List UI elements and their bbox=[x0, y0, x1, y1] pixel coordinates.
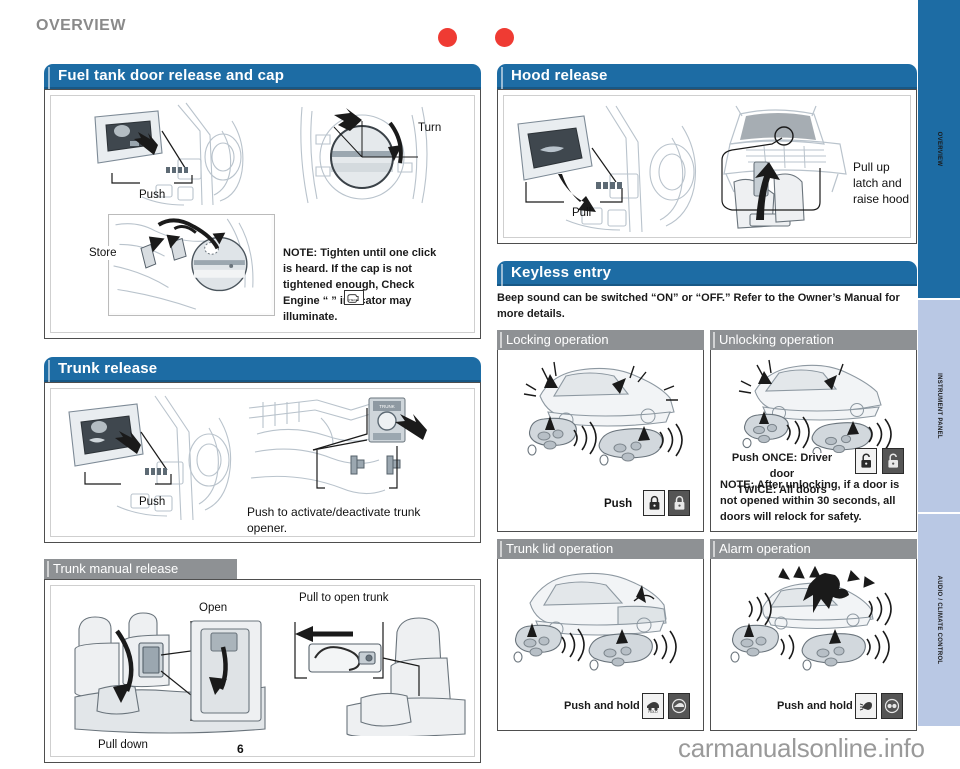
caption-unlocking-line1: Push ONCE: Driver door bbox=[731, 451, 833, 480]
keyless-cell-locking: Locking operation Push bbox=[497, 329, 704, 532]
index-tab-instrument-panel-label: INSTRUMENT PANEL bbox=[936, 373, 942, 439]
caption-hood-latch: Pull up latch and raise hood bbox=[853, 160, 910, 207]
manual-page: OVERVIEW Fuel tank door release and cap bbox=[0, 0, 960, 769]
caption-manual-open: Open bbox=[199, 602, 228, 614]
index-tab-overview[interactable]: OVERVIEW bbox=[918, 0, 960, 298]
section-header-trunk-manual: Trunk manual release bbox=[44, 559, 237, 579]
page-number: 6 bbox=[237, 742, 244, 756]
illustration-fuel-cap-store bbox=[108, 214, 275, 316]
illustration-unlocking-remote bbox=[731, 354, 899, 453]
section-header-fuel-tank: Fuel tank door release and cap bbox=[44, 64, 481, 89]
subheader-alarm: Alarm operation bbox=[710, 538, 917, 559]
index-tab-audio-climate-label: AUDIO / CLIMATE CONTROL bbox=[936, 575, 942, 665]
svg-text:CHECK: CHECK bbox=[347, 298, 358, 302]
illustration-hood-release-lever bbox=[510, 104, 706, 234]
note-fuel-cap-text: NOTE: Tighten until one click is heard. … bbox=[283, 247, 437, 323]
index-tabs: OVERVIEW INSTRUMENT PANEL AUDIO / CLIMAT… bbox=[918, 0, 960, 769]
section-header-trunk-release: Trunk release bbox=[44, 357, 481, 382]
subtitle-trunk-lid: Trunk lid operation bbox=[506, 540, 614, 556]
index-tab-instrument-panel[interactable]: INSTRUMENT PANEL bbox=[918, 300, 960, 512]
panel-hood-release: Pull Pull up latch and raise hood bbox=[497, 89, 917, 244]
header-dot-1 bbox=[438, 28, 457, 47]
caption-locking-push: Push bbox=[604, 497, 633, 510]
right-column: Hood release Pull Pull up latch and rais… bbox=[497, 64, 917, 731]
keyless-cell-trunk-lid: Trunk lid operation Push and hold HOLD bbox=[497, 538, 704, 731]
caption-hood-pull: Pull bbox=[572, 207, 592, 219]
panel-inner-hood-release: Pull Pull up latch and raise hood bbox=[503, 95, 911, 238]
panel-trunk-lid: Push and hold HOLD bbox=[497, 558, 704, 731]
illustration-trunk-remote bbox=[506, 564, 686, 671]
subtitle-alarm: Alarm operation bbox=[719, 540, 811, 556]
section-title-trunk-release: Trunk release bbox=[58, 360, 158, 377]
panel-inner-trunk-manual: Open Pull down Pull to open trunk bbox=[50, 585, 475, 757]
svg-text:TRUNK: TRUNK bbox=[379, 404, 395, 409]
svg-text:HOLD: HOLD bbox=[648, 710, 658, 714]
index-tab-audio-climate[interactable]: AUDIO / CLIMATE CONTROL bbox=[918, 514, 960, 726]
panel-inner-fuel-tank: Push Turn Store NOTE: Tighten until one … bbox=[50, 95, 475, 333]
caption-hood-latch-text: Pull up latch and raise hood bbox=[853, 160, 910, 206]
panel-fuel-tank: Push Turn Store NOTE: Tighten until one … bbox=[44, 89, 481, 339]
illustration-alarm-remote bbox=[719, 564, 899, 671]
illustration-rear-seat-pull-down bbox=[73, 611, 271, 736]
caption-trunk-lid: Push and hold bbox=[564, 699, 640, 712]
lock-open-dark-icon bbox=[882, 447, 904, 474]
panel-unlocking: Push ONCE: Driver door TWICE: All doors … bbox=[710, 349, 917, 532]
panel-locking: Push bbox=[497, 349, 704, 532]
keyless-entry-grid-2: Trunk lid operation Push and hold HOLD A… bbox=[497, 538, 917, 731]
section-title-keyless-entry: Keyless entry bbox=[511, 264, 612, 281]
keyless-cell-unlocking: Unlocking operation Push ONCE: Driver do… bbox=[710, 329, 917, 532]
caption-alarm: Push and hold bbox=[777, 699, 853, 712]
caption-manual-pull-down: Pull down bbox=[98, 739, 148, 751]
panel-trunk-manual: Open Pull down Pull to open trunk bbox=[44, 579, 481, 763]
subheader-unlocking: Unlocking operation bbox=[710, 329, 917, 350]
subtitle-unlocking: Unlocking operation bbox=[719, 331, 834, 347]
note-unlocking: NOTE: After unlocking, if a door is not … bbox=[720, 478, 900, 523]
keyless-entry-intro: Beep sound can be switched “ON” or “OFF.… bbox=[497, 292, 900, 320]
section-title-hood-release: Hood release bbox=[511, 67, 608, 84]
lock-closed-dark-icon bbox=[668, 489, 690, 516]
caption-fuel-store: Store bbox=[87, 246, 119, 261]
note-fuel-cap: NOTE: Tighten until one click is heard. … bbox=[283, 246, 443, 326]
illustration-hood-latch bbox=[716, 104, 856, 234]
trunk-hold-light-icon: HOLD bbox=[642, 692, 664, 719]
check-engine-icon: CHECK bbox=[344, 290, 364, 305]
caption-manual-pull-open-text: Pull to open trunk bbox=[299, 592, 389, 604]
illustration-locking-remote bbox=[514, 355, 689, 466]
site-watermark: carmanualsonline.info bbox=[678, 733, 925, 763]
header-dot-2 bbox=[495, 28, 514, 47]
caption-trunk-push: Push bbox=[139, 496, 166, 508]
lock-open-light-icon bbox=[855, 447, 877, 474]
alarm-light-icon bbox=[855, 692, 877, 719]
panel-alarm: Push and hold bbox=[710, 558, 917, 731]
illustration-trunk-pull-handle bbox=[287, 614, 467, 736]
illustration-trunk-opener-switch: TRUNK bbox=[247, 394, 427, 506]
illustration-fuel-cap-turn bbox=[294, 101, 439, 209]
caption-manual-pull-open: Pull to open trunk bbox=[299, 591, 389, 605]
page-title: OVERVIEW bbox=[36, 17, 126, 34]
keyless-cell-alarm: Alarm operation Push and hold bbox=[710, 538, 917, 731]
subheader-trunk-lid: Trunk lid operation bbox=[497, 538, 704, 559]
left-column: Fuel tank door release and cap Push Turn… bbox=[44, 64, 481, 763]
caption-fuel-push: Push bbox=[139, 189, 166, 201]
panel-inner-trunk-release: Push TRUNK Push to activate/deactivate t… bbox=[50, 388, 475, 537]
section-title-fuel-tank: Fuel tank door release and cap bbox=[58, 67, 285, 84]
lock-closed-light-icon bbox=[643, 489, 665, 516]
index-tab-overview-label: OVERVIEW bbox=[936, 131, 942, 167]
caption-fuel-turn: Turn bbox=[418, 122, 442, 134]
alarm-dark-icon bbox=[881, 692, 903, 719]
keyless-entry-grid: Locking operation Push Unlocking operati… bbox=[497, 329, 917, 532]
subtitle-locking: Locking operation bbox=[506, 331, 609, 347]
section-header-hood-release: Hood release bbox=[497, 64, 917, 89]
section-title-trunk-manual: Trunk manual release bbox=[53, 561, 179, 576]
subheader-locking: Locking operation bbox=[497, 329, 704, 350]
caption-trunk-opener: Push to activate/deactivate trunk opener… bbox=[247, 505, 421, 536]
section-header-keyless-entry: Keyless entry bbox=[497, 261, 917, 286]
trunk-dark-icon bbox=[668, 692, 690, 719]
panel-trunk-release: Push TRUNK Push to activate/deactivate t… bbox=[44, 382, 481, 543]
